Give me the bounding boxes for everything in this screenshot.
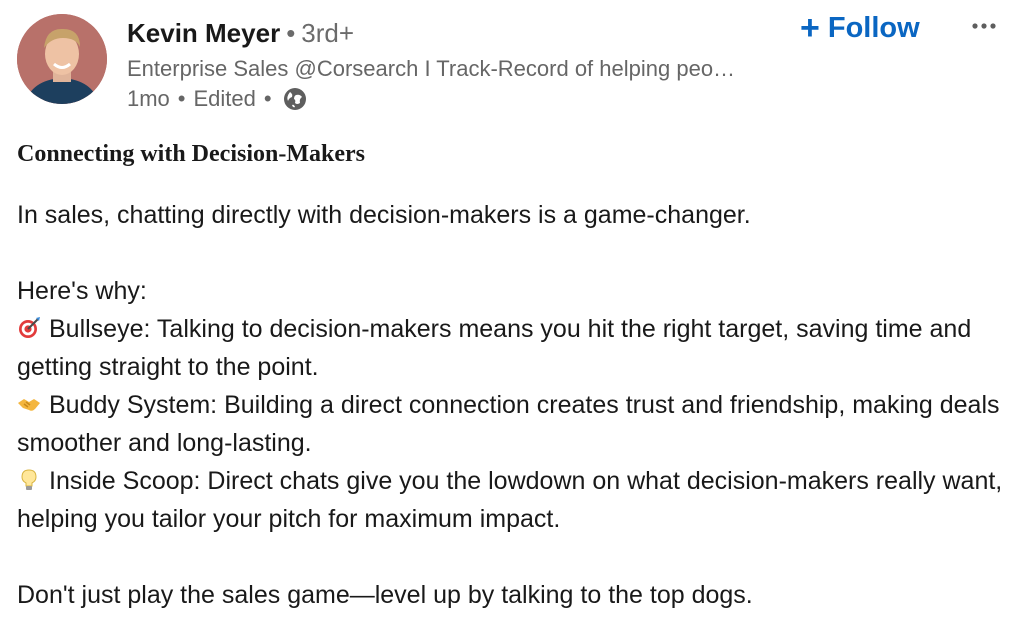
point-text: Bullseye: Talking to decision-makers mea… <box>17 315 979 381</box>
bullseye-emoji <box>17 313 41 338</box>
point-bullseye: Bullseye: Talking to decision-makers mea… <box>17 310 1007 386</box>
follow-button[interactable]: + Follow <box>800 8 920 48</box>
point-text: Buddy System: Building a direct connecti… <box>17 391 1007 457</box>
post-closing: Don't just play the sales game—level up … <box>17 581 753 609</box>
post-intro: In sales, chatting directly with decisio… <box>17 201 751 229</box>
avatar-photo <box>17 14 107 104</box>
author-headline: Enterprise Sales @Corsearch I Track-Reco… <box>127 56 736 81</box>
lightbulb-emoji <box>17 465 41 490</box>
avatar[interactable] <box>17 14 107 104</box>
point-buddy-system: Buddy System: Building a direct connecti… <box>17 386 1007 462</box>
more-horizontal-icon <box>972 23 996 29</box>
plus-icon: + <box>800 9 820 47</box>
connection-degree: 3rd+ <box>301 18 355 48</box>
edited-label: Edited <box>193 86 256 111</box>
meta-separator: • <box>177 86 186 111</box>
post-time: 1mo <box>127 86 170 111</box>
handshake-emoji <box>17 389 41 413</box>
post-header: Kevin Meyer • 3rd+ Enterprise Sales @Corse… <box>0 0 1024 120</box>
degree-separator: • <box>286 18 296 48</box>
post-body: Connecting with Decision-Makers In sales… <box>17 136 1007 614</box>
author-name[interactable]: Kevin Meyer <box>127 18 280 48</box>
more-options-button[interactable] <box>962 8 1006 44</box>
point-inside-scoop: Inside Scoop: Direct chats give you the … <box>17 462 1007 538</box>
post-title: Connecting with Decision-Makers <box>17 141 365 167</box>
post-why: Here's why: <box>17 277 147 305</box>
globe-icon[interactable] <box>282 86 308 112</box>
meta-separator: • <box>263 86 272 111</box>
follow-label: Follow <box>827 11 920 44</box>
author-line: Kevin Meyer • 3rd+ <box>127 16 354 50</box>
point-text: Inside Scoop: Direct chats give you the … <box>17 467 1010 533</box>
post-meta: 1mo • Edited • <box>127 84 308 114</box>
